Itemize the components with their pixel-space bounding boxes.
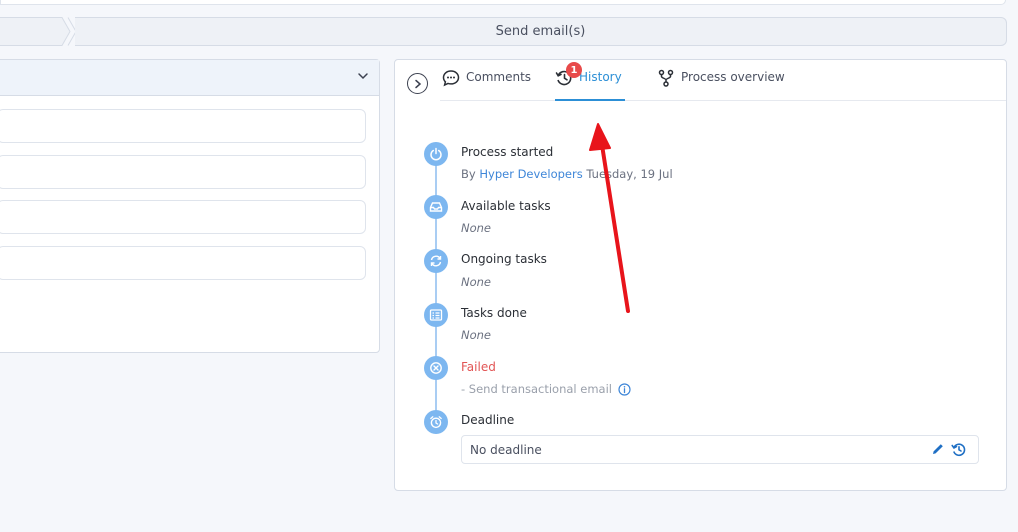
alarm-clock-icon: [424, 410, 448, 434]
pencil-icon[interactable]: [931, 442, 945, 456]
tasks-done-title: Tasks done: [461, 306, 527, 320]
process-started-title: Process started: [461, 145, 554, 159]
form-field-4[interactable]: [0, 246, 366, 280]
top-bar: [0, 0, 1006, 5]
process-started-info: By Hyper Developers Tuesday, 19 Jul: [461, 167, 673, 181]
form-field-3[interactable]: [0, 200, 366, 234]
form-panel: [0, 59, 380, 353]
tab-comments[interactable]: Comments: [442, 70, 531, 101]
tab-comments-label: Comments: [466, 70, 532, 84]
tab-process-overview-label: Process overview: [681, 70, 785, 84]
form-field-1[interactable]: [0, 109, 366, 143]
failed-detail: - Send transactional email: [461, 382, 631, 396]
chevron-down-icon[interactable]: [357, 70, 369, 82]
available-tasks-none: None: [461, 221, 492, 235]
inbox-icon: [424, 195, 448, 219]
tab-history[interactable]: 1 History: [555, 62, 625, 101]
ongoing-tasks-value: None: [461, 275, 491, 289]
failed-icon: [424, 356, 448, 380]
deadline-field[interactable]: No deadline: [461, 435, 979, 464]
process-stepper: Send email(s): [0, 17, 1007, 46]
side-panel: Comments 1 History Process overview Proc…: [394, 59, 1007, 491]
fork-icon: [658, 69, 674, 87]
started-by-prefix: By: [461, 167, 476, 181]
step-send-emails[interactable]: Send email(s): [75, 17, 1007, 46]
ongoing-tasks-title: Ongoing tasks: [461, 252, 547, 266]
collapse-panel-button[interactable]: [407, 73, 428, 94]
available-tasks-title: Available tasks: [461, 199, 551, 213]
deadline-value: No deadline: [470, 442, 542, 457]
failed-title: Failed: [461, 360, 496, 374]
comment-icon: [442, 70, 460, 87]
step-label: Send email(s): [495, 24, 586, 39]
failed-task-name: - Send transactional email: [461, 382, 612, 396]
tab-process-overview[interactable]: Process overview: [657, 69, 785, 101]
history-icon[interactable]: [951, 442, 966, 457]
checklist-icon: [424, 303, 448, 327]
ongoing-tasks-none: None: [461, 275, 492, 289]
panel-tabs: Comments 1 History Process overview: [440, 60, 1006, 101]
tab-history-label: History: [579, 70, 622, 84]
form-panel-header[interactable]: [0, 60, 379, 96]
available-tasks-value: None: [461, 221, 491, 235]
deadline-title: Deadline: [461, 413, 515, 427]
form-field-2[interactable]: [0, 155, 366, 189]
tasks-done-value: None: [461, 328, 491, 342]
sync-icon: [424, 249, 448, 273]
started-by-user-link[interactable]: Hyper Developers: [479, 167, 582, 181]
info-icon[interactable]: [618, 382, 631, 396]
started-date: Tuesday, 19 Jul: [586, 167, 673, 181]
tasks-done-none: None: [461, 328, 492, 342]
deadline-actions: [931, 442, 966, 457]
history-badge: 1: [566, 62, 582, 78]
previous-step[interactable]: [0, 17, 75, 46]
power-icon: [424, 142, 448, 166]
chevron-right-icon: [414, 79, 421, 88]
